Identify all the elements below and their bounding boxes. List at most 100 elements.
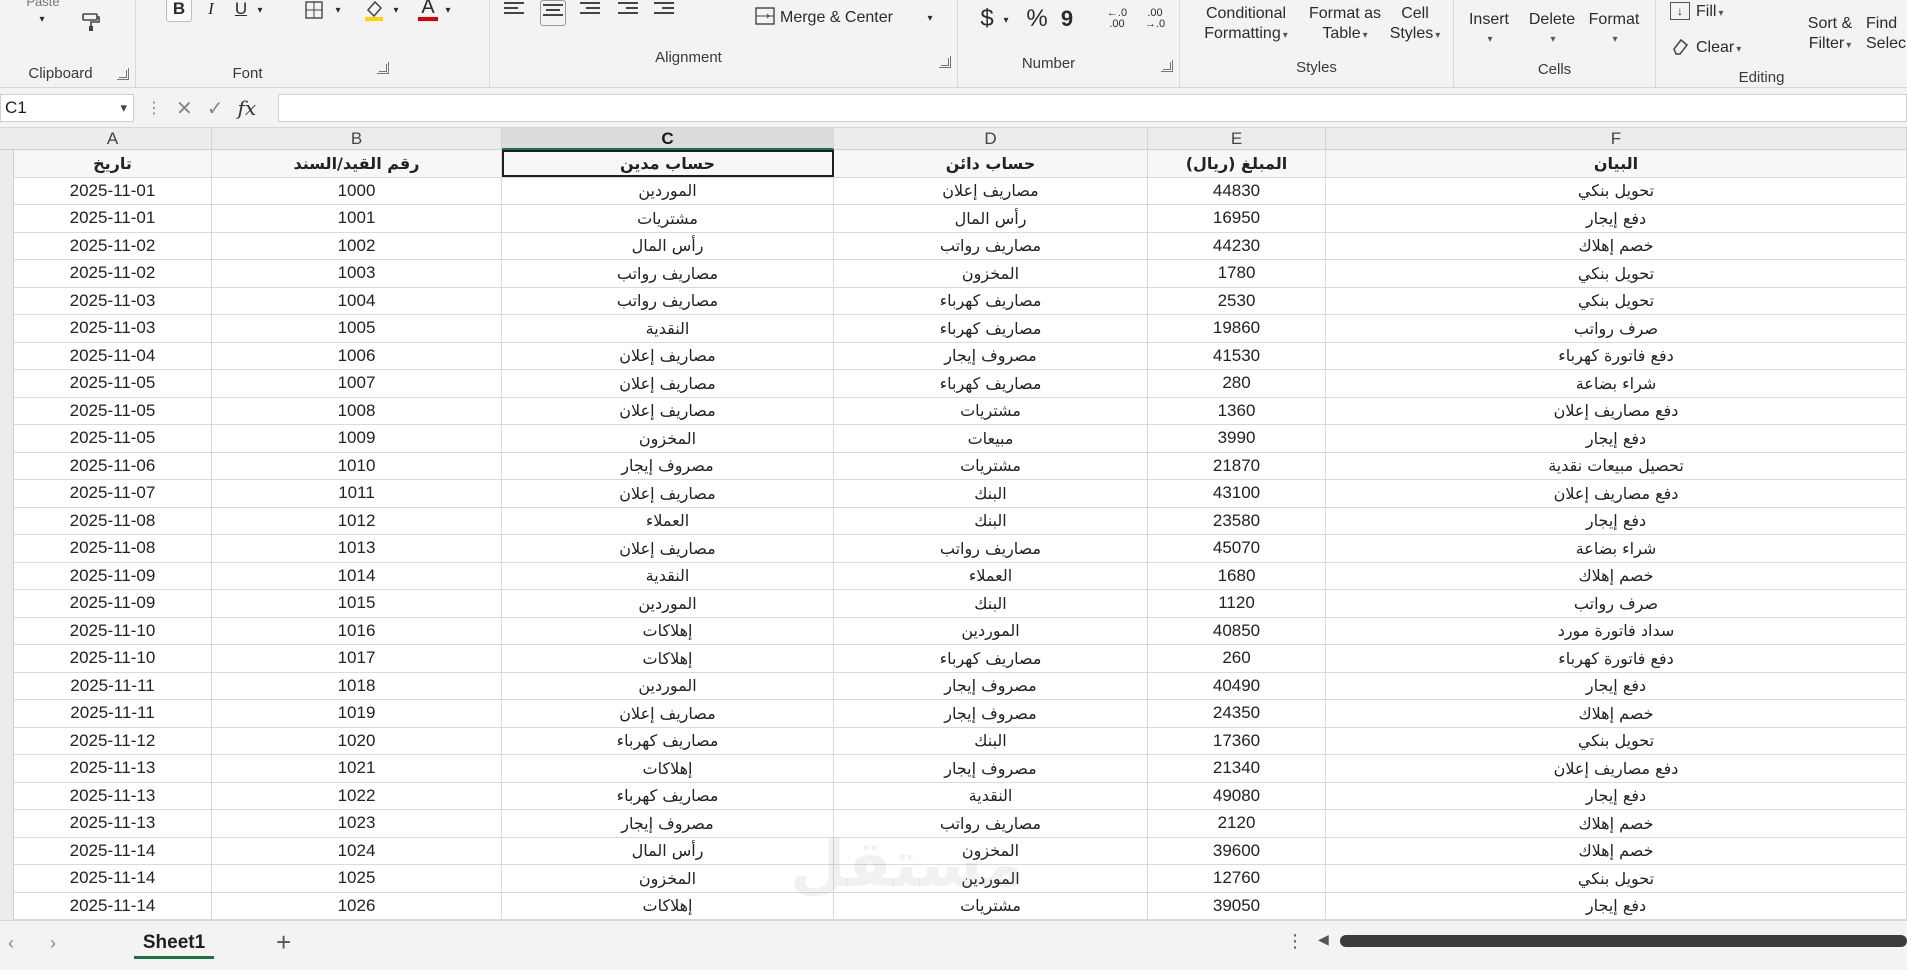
cell-f[interactable]: تحصيل مبيعات نقدية bbox=[1326, 452, 1907, 479]
cell-f[interactable]: شراء بضاعة bbox=[1326, 535, 1907, 562]
increase-indent-icon[interactable] bbox=[654, 2, 674, 20]
cell-e[interactable]: 1780 bbox=[1148, 260, 1326, 287]
cell-f[interactable]: دفع إيجار bbox=[1326, 782, 1907, 809]
cell-d[interactable]: مشتريات bbox=[834, 397, 1148, 424]
cell-c[interactable]: مصاريف رواتب bbox=[502, 260, 834, 287]
cell-a[interactable]: 2025-11-05 bbox=[14, 397, 212, 424]
cell-b[interactable]: 1023 bbox=[212, 810, 502, 837]
cell-e[interactable]: 40850 bbox=[1148, 617, 1326, 644]
cell-c[interactable]: مشتريات bbox=[502, 205, 834, 232]
cell-a[interactable]: 2025-11-09 bbox=[14, 562, 212, 589]
cell-d[interactable]: مصاريف رواتب bbox=[834, 810, 1148, 837]
align-left-icon[interactable] bbox=[504, 2, 524, 20]
cell-b[interactable]: 1011 bbox=[212, 480, 502, 507]
cell-b[interactable]: 1005 bbox=[212, 315, 502, 342]
cell-c[interactable]: مصاريف كهرباء bbox=[502, 727, 834, 754]
percent-button[interactable]: % bbox=[1024, 5, 1050, 32]
cell-f[interactable]: سداد فاتورة مورد bbox=[1326, 617, 1907, 644]
cell-c[interactable]: العملاء bbox=[502, 507, 834, 534]
cell-e[interactable]: 39050 bbox=[1148, 892, 1326, 919]
cell-d[interactable]: مصروف إيجار bbox=[834, 755, 1148, 782]
cell-c[interactable]: النقدية bbox=[502, 315, 834, 342]
cell-d[interactable]: مصروف إيجار bbox=[834, 342, 1148, 369]
cell-f[interactable]: دفع إيجار bbox=[1326, 205, 1907, 232]
cell-d[interactable]: مبيعات bbox=[834, 425, 1148, 452]
paste-dropdown-icon[interactable]: ▾ bbox=[34, 12, 50, 26]
header-cell-a[interactable]: تاريخ bbox=[14, 150, 212, 177]
cell-a[interactable]: 2025-11-02 bbox=[14, 232, 212, 259]
cell-c[interactable]: مصاريف إعلان bbox=[502, 535, 834, 562]
cell-d[interactable]: مصاريف كهرباء bbox=[834, 645, 1148, 672]
cell-d[interactable]: البنك bbox=[834, 727, 1148, 754]
cell-a[interactable]: 2025-11-13 bbox=[14, 810, 212, 837]
increase-decimal-button[interactable]: ←.0 .00 bbox=[1100, 6, 1134, 32]
cell-b[interactable]: 1002 bbox=[212, 232, 502, 259]
cell-d[interactable]: الموردين bbox=[834, 865, 1148, 892]
cell-d[interactable]: العملاء bbox=[834, 562, 1148, 589]
cell-d[interactable]: النقدية bbox=[834, 782, 1148, 809]
cell-f[interactable]: دفع فاتورة كهرباء bbox=[1326, 645, 1907, 672]
cell-a[interactable]: 2025-11-11 bbox=[14, 700, 212, 727]
header-cell-b[interactable]: رقم القيد/السند bbox=[212, 150, 502, 177]
sort-filter-button[interactable]: Sort & Filter ▾ bbox=[1800, 14, 1860, 56]
cell-c[interactable]: رأس المال bbox=[502, 837, 834, 864]
cell-a[interactable]: 2025-11-14 bbox=[14, 865, 212, 892]
sheet-tab-sheet1[interactable]: Sheet1 bbox=[134, 929, 214, 959]
cell-b[interactable]: 1020 bbox=[212, 727, 502, 754]
cell-d[interactable]: مصاريف رواتب bbox=[834, 232, 1148, 259]
paste-button[interactable]: Paste bbox=[18, 0, 68, 12]
fill-icon[interactable]: ↓ bbox=[1670, 2, 1690, 20]
cell-f[interactable]: خصم إهلاك bbox=[1326, 232, 1907, 259]
cell-c[interactable]: النقدية bbox=[502, 562, 834, 589]
cell-f[interactable]: تحويل بنكي bbox=[1326, 177, 1907, 204]
cell-b[interactable]: 1017 bbox=[212, 645, 502, 672]
cell-e[interactable]: 1360 bbox=[1148, 397, 1326, 424]
name-box-dropdown-icon[interactable]: ▾ bbox=[120, 95, 127, 121]
cell-b[interactable]: 1001 bbox=[212, 205, 502, 232]
cell-d[interactable]: المخزون bbox=[834, 260, 1148, 287]
cell-c[interactable]: رأس المال bbox=[502, 232, 834, 259]
cell-a[interactable]: 2025-11-10 bbox=[14, 617, 212, 644]
merge-center-icon[interactable] bbox=[754, 6, 776, 26]
currency-button[interactable]: $ bbox=[976, 5, 998, 32]
cell-c[interactable]: مصاريف إعلان bbox=[502, 480, 834, 507]
cell-c[interactable]: مصاريف كهرباء bbox=[502, 782, 834, 809]
insert-function-icon[interactable]: fx bbox=[238, 96, 257, 120]
borders-icon[interactable] bbox=[302, 0, 326, 22]
cell-b[interactable]: 1026 bbox=[212, 892, 502, 919]
cell-f[interactable]: خصم إهلاك bbox=[1326, 562, 1907, 589]
cell-d[interactable]: البنك bbox=[834, 480, 1148, 507]
column-header-f[interactable]: F bbox=[1326, 128, 1907, 150]
cell-d[interactable]: الموردين bbox=[834, 617, 1148, 644]
cell-b[interactable]: 1000 bbox=[212, 177, 502, 204]
cell-d[interactable]: البنك bbox=[834, 590, 1148, 617]
merge-center-button[interactable]: Merge & Center bbox=[780, 8, 893, 28]
cell-b[interactable]: 1010 bbox=[212, 452, 502, 479]
cell-a[interactable]: 2025-11-13 bbox=[14, 755, 212, 782]
cell-b[interactable]: 1007 bbox=[212, 370, 502, 397]
column-header-e[interactable]: E bbox=[1148, 128, 1326, 150]
cell-a[interactable]: 2025-11-09 bbox=[14, 590, 212, 617]
cell-f[interactable]: دفع إيجار bbox=[1326, 672, 1907, 699]
more-options-icon[interactable]: ⋮ bbox=[146, 98, 162, 118]
cell-b[interactable]: 1003 bbox=[212, 260, 502, 287]
cell-f[interactable]: خصم إهلاك bbox=[1326, 810, 1907, 837]
cell-c[interactable]: إهلاكات bbox=[502, 892, 834, 919]
cell-f[interactable]: دفع إيجار bbox=[1326, 425, 1907, 452]
cell-f[interactable]: دفع مصاريف إعلان bbox=[1326, 397, 1907, 424]
cell-a[interactable]: 2025-11-13 bbox=[14, 782, 212, 809]
cell-e[interactable]: 3990 bbox=[1148, 425, 1326, 452]
bold-button[interactable]: B bbox=[166, 0, 192, 22]
cell-e[interactable]: 2530 bbox=[1148, 287, 1326, 314]
cell-e[interactable]: 19860 bbox=[1148, 315, 1326, 342]
fill-color-dropdown-icon[interactable]: ▾ bbox=[390, 0, 402, 20]
cell-e[interactable]: 24350 bbox=[1148, 700, 1326, 727]
cell-f[interactable]: تحويل بنكي bbox=[1326, 287, 1907, 314]
cell-b[interactable]: 1009 bbox=[212, 425, 502, 452]
cell-a[interactable]: 2025-11-03 bbox=[14, 315, 212, 342]
cell-f[interactable]: صرف رواتب bbox=[1326, 590, 1907, 617]
cell-a[interactable]: 2025-11-12 bbox=[14, 727, 212, 754]
cell-b[interactable]: 1024 bbox=[212, 837, 502, 864]
cell-c[interactable]: مصروف إيجار bbox=[502, 452, 834, 479]
cell-e[interactable]: 45070 bbox=[1148, 535, 1326, 562]
